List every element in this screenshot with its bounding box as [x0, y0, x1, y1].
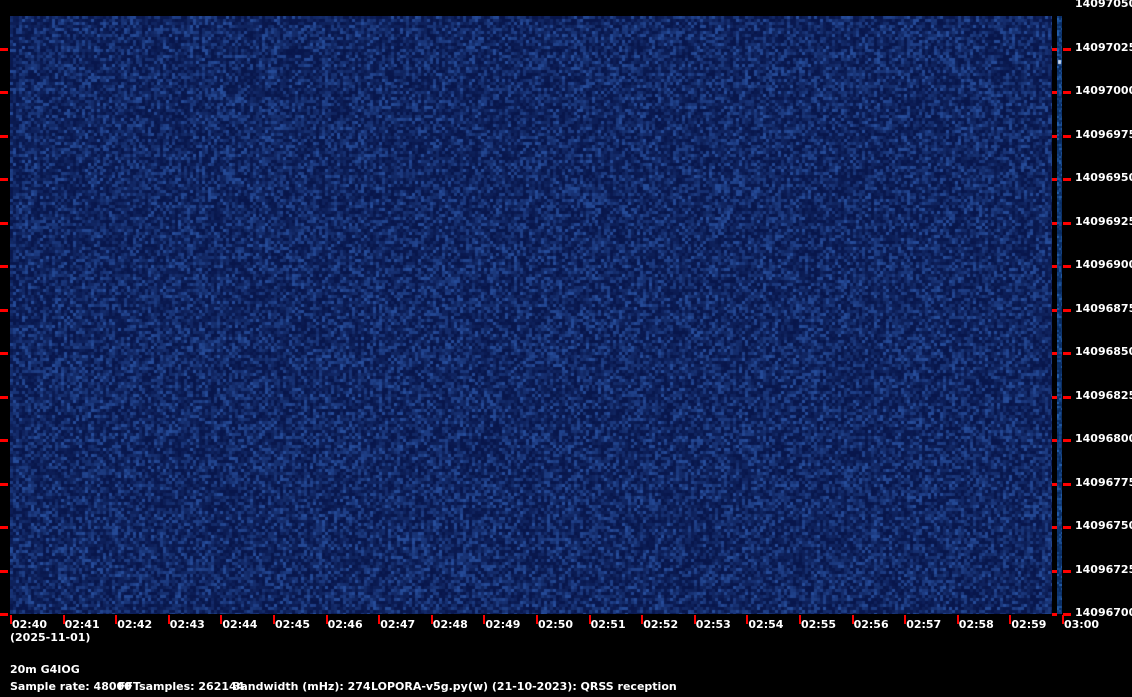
y-tick-mark	[0, 91, 8, 94]
y-tick-mark	[1052, 222, 1057, 225]
y-tick-mark	[0, 135, 8, 138]
date-label: (2025-11-01)	[10, 632, 90, 644]
y-tick-mark	[0, 526, 8, 529]
y-tick-mark	[1063, 613, 1071, 616]
y-tick-label: 14096725	[1075, 564, 1132, 576]
y-tick-mark	[0, 222, 8, 225]
y-tick-mark	[0, 48, 8, 51]
x-tick-label: 02:44	[222, 619, 257, 631]
y-tick-mark	[1063, 135, 1071, 138]
y-tick-mark	[1063, 178, 1071, 181]
x-tick-label: 02:52	[643, 619, 678, 631]
y-tick-label: 14096950	[1075, 172, 1132, 184]
y-tick-label: 14096775	[1075, 477, 1132, 489]
y-tick-mark	[1063, 352, 1071, 355]
y-tick-mark	[1063, 396, 1071, 399]
y-tick-mark	[1063, 526, 1071, 529]
y-tick-label: 14096800	[1075, 433, 1132, 445]
bandwidth: Bandwidth (mHz): 274	[232, 681, 371, 693]
x-tick-label: 02:43	[170, 619, 205, 631]
y-tick-mark	[0, 439, 8, 442]
x-tick-label: 02:59	[1011, 619, 1046, 631]
y-tick-mark	[0, 570, 8, 573]
y-tick-mark	[1052, 526, 1057, 529]
x-tick-label: 02:56	[854, 619, 889, 631]
software-label: LOPORA-v5g.py(w) (21-10-2023): QRSS rece…	[371, 681, 677, 693]
y-tick-mark	[0, 178, 8, 181]
y-tick-mark	[0, 265, 8, 268]
y-tick-mark	[1052, 48, 1057, 51]
x-tick-label: 03:00	[1064, 619, 1099, 631]
y-tick-label: 14096750	[1075, 520, 1132, 532]
y-tick-label: 14097050	[1075, 0, 1132, 10]
y-tick-mark	[1063, 222, 1071, 225]
y-tick-mark	[0, 352, 8, 355]
y-tick-mark	[1063, 48, 1071, 51]
y-tick-mark	[0, 483, 8, 486]
x-tick-label: 02:48	[433, 619, 468, 631]
y-tick-mark	[1052, 396, 1057, 399]
y-tick-mark	[0, 396, 8, 399]
fft-samples: FFTsamples: 262144	[118, 681, 244, 693]
y-tick-mark	[1052, 178, 1057, 181]
x-tick-label: 02:50	[538, 619, 573, 631]
y-tick-mark	[1052, 135, 1057, 138]
x-tick-label: 02:45	[275, 619, 310, 631]
station-label: 20m G4IOG	[10, 664, 80, 676]
y-tick-mark	[1063, 570, 1071, 573]
y-tick-label: 14096925	[1075, 216, 1132, 228]
x-tick-label: 02:55	[801, 619, 836, 631]
spectrum-strip	[1057, 16, 1062, 614]
x-tick-label: 02:49	[485, 619, 520, 631]
y-tick-mark	[1063, 439, 1071, 442]
x-tick-label: 02:51	[591, 619, 626, 631]
sample-rate: Sample rate: 48000	[10, 681, 132, 693]
y-tick-label: 14096900	[1075, 259, 1132, 271]
y-tick-mark	[1052, 265, 1057, 268]
y-tick-label: 14096975	[1075, 129, 1132, 141]
y-tick-mark	[1063, 91, 1071, 94]
y-tick-label: 14096850	[1075, 346, 1132, 358]
y-tick-mark	[1052, 91, 1057, 94]
x-tick-label: 02:46	[328, 619, 363, 631]
y-tick-mark	[1052, 483, 1057, 486]
y-tick-label: 14096875	[1075, 303, 1132, 315]
y-tick-mark	[1052, 439, 1057, 442]
x-tick-label: 02:54	[748, 619, 783, 631]
y-tick-mark	[1052, 309, 1057, 312]
y-tick-mark	[1063, 265, 1071, 268]
y-tick-label: 14096825	[1075, 390, 1132, 402]
y-tick-mark	[1052, 613, 1057, 616]
y-tick-label: 14097025	[1075, 42, 1132, 54]
y-tick-mark	[1052, 352, 1057, 355]
y-tick-mark	[1063, 483, 1071, 486]
x-tick-label: 02:57	[906, 619, 941, 631]
y-tick-mark	[0, 613, 8, 616]
x-tick-label: 02:58	[959, 619, 994, 631]
spectrogram-waterfall	[10, 16, 1052, 614]
y-tick-mark	[0, 309, 8, 312]
x-tick-label: 02:53	[696, 619, 731, 631]
x-tick-label: 02:40	[12, 619, 47, 631]
y-tick-mark	[1063, 309, 1071, 312]
x-tick-label: 02:42	[117, 619, 152, 631]
y-tick-mark	[1052, 570, 1057, 573]
x-tick-label: 02:47	[380, 619, 415, 631]
x-tick-label: 02:41	[65, 619, 100, 631]
y-tick-label: 14097000	[1075, 85, 1132, 97]
